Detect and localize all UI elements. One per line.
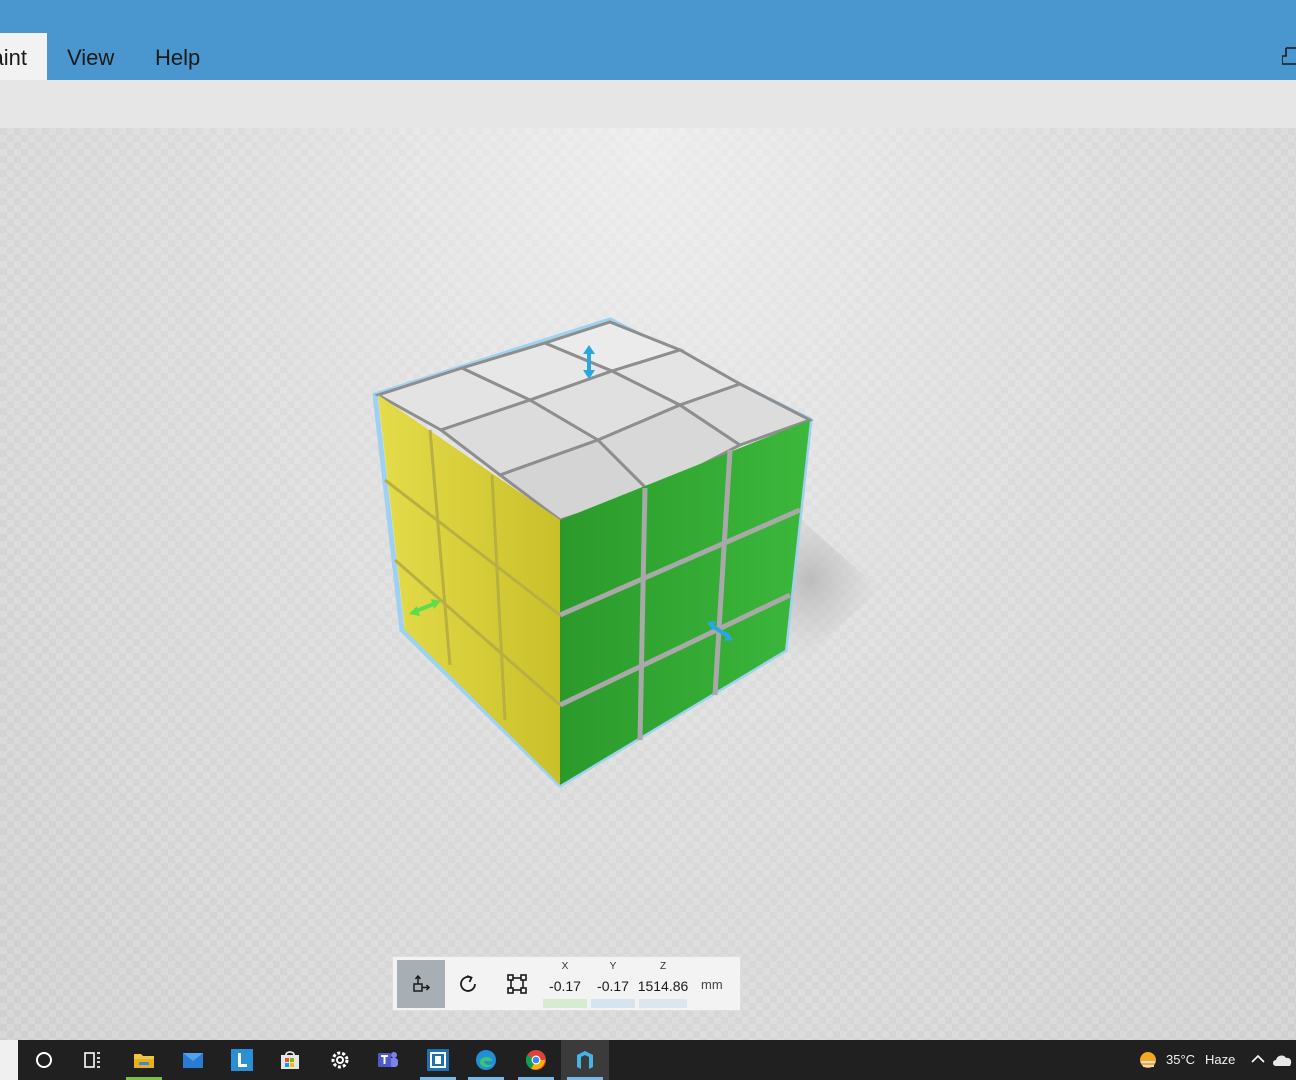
coord-z[interactable]: Z 1514.86 [637, 957, 689, 1008]
3d-builder-icon[interactable] [561, 1040, 609, 1080]
coord-z-value[interactable]: 1514.86 [637, 970, 689, 994]
3d-viewport[interactable] [0, 128, 1296, 1040]
settings-icon[interactable] [316, 1040, 364, 1080]
tab-view[interactable]: View [47, 33, 134, 80]
mail-icon[interactable] [169, 1040, 217, 1080]
coord-y[interactable]: Y -0.17 [589, 957, 637, 1008]
coord-x-value[interactable]: -0.17 [541, 970, 589, 994]
coord-x-label: X [561, 961, 569, 972]
tab-paint-label: Paint [0, 45, 27, 70]
weather-icon[interactable] [1134, 1040, 1160, 1080]
coord-y-label: Y [609, 961, 617, 972]
account-icon[interactable] [1281, 46, 1296, 66]
weather-condition[interactable]: Haze [1205, 1052, 1235, 1067]
tab-view-label: View [67, 45, 115, 70]
coord-x-bar [543, 999, 587, 1008]
chrome-icon[interactable] [512, 1040, 560, 1080]
edge-icon[interactable] [462, 1040, 510, 1080]
l-app-icon[interactable] [218, 1040, 266, 1080]
move-icon [413, 974, 431, 992]
move-tool-button[interactable] [397, 960, 445, 1008]
coord-y-bar [591, 999, 635, 1008]
coord-x[interactable]: X -0.17 [541, 957, 589, 1008]
show-desktop-edge[interactable] [0, 1040, 18, 1080]
unit-label: mm [701, 977, 723, 992]
cortana-search-icon[interactable] [20, 1040, 68, 1080]
task-view-icon[interactable] [68, 1040, 116, 1080]
tab-paint[interactable]: Paint [0, 33, 47, 80]
app-icon[interactable] [414, 1040, 462, 1080]
ribbon-bar [0, 80, 1296, 128]
rotate-tool-button[interactable] [445, 960, 493, 1008]
tab-help-label: Help [155, 45, 201, 70]
file-explorer-icon[interactable] [120, 1040, 168, 1080]
teams-icon[interactable] [364, 1040, 412, 1080]
taskbar: 35°C Haze [0, 1040, 1296, 1080]
cube-scene[interactable] [0, 128, 1296, 1040]
coord-y-value[interactable]: -0.17 [589, 970, 637, 994]
scale-tool-button[interactable] [493, 960, 541, 1008]
scale-icon [507, 974, 527, 994]
rotate-icon [460, 975, 476, 992]
coord-z-bar [639, 999, 687, 1008]
transform-toolbar: X -0.17 Y -0.17 Z 1514.86 mm [392, 956, 741, 1011]
chevron-up-icon[interactable] [1248, 1040, 1268, 1080]
menu-bar: Paint View Help [0, 0, 1296, 80]
coord-z-label: Z [659, 961, 667, 972]
weather-temp[interactable]: 35°C [1166, 1052, 1195, 1067]
onedrive-icon[interactable] [1270, 1040, 1296, 1080]
store-icon[interactable] [266, 1040, 314, 1080]
tab-help[interactable]: Help [135, 33, 220, 80]
